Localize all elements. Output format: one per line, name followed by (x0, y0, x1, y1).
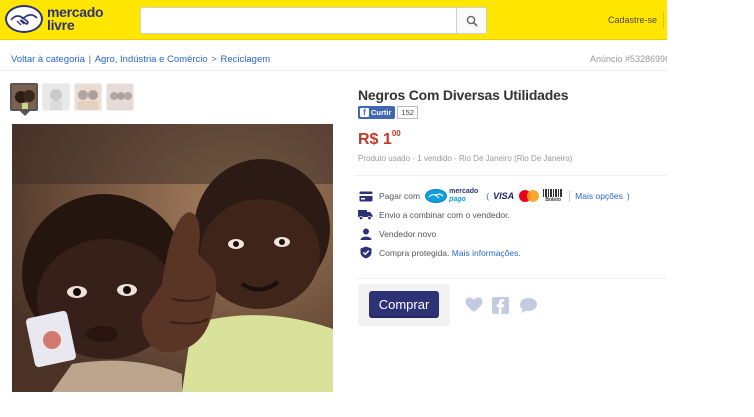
more-info-link[interactable]: Mais informações. (452, 248, 521, 258)
mastercard-icon (519, 190, 540, 202)
site-header: mercado livre Cadastre-se (0, 0, 667, 40)
facebook-square-icon (492, 297, 509, 314)
product-page: mercado livre Cadastre-se Voltar à categ… (0, 0, 754, 417)
mercadopago-line-1: mercado (449, 188, 479, 195)
info-divider (355, 175, 667, 176)
visa-logo: VISA (493, 191, 515, 201)
price-cents: 00 (391, 129, 401, 138)
mercadolivre-logo[interactable]: mercado livre (5, 3, 115, 37)
thumbnail-3[interactable] (74, 83, 102, 111)
facebook-icon: f (360, 108, 369, 117)
heart-icon (465, 297, 483, 312)
shipping-row: Envio a combinar com o vendedor. (358, 208, 510, 221)
logo-line-2: livre (47, 17, 75, 33)
facebook-like-widget: f Curtir 152 (358, 106, 418, 119)
credit-card-icon (358, 190, 373, 203)
product-meta: Produto usado - 1 vendido - Rio De Janei… (358, 154, 573, 163)
boleto-label: Boleto (545, 197, 561, 203)
thumbnail-4[interactable] (106, 83, 134, 111)
thumbnail-2[interactable] (42, 83, 70, 111)
signup-link[interactable]: Cadastre-se (608, 15, 657, 25)
protected-purchase-text: Compra protegida. (379, 247, 450, 258)
seller-status-text: Vendedor novo (379, 228, 437, 239)
thumbnail-strip (10, 83, 134, 111)
more-payment-options-link[interactable]: Mais opções (575, 191, 623, 201)
search-box (140, 7, 487, 34)
facebook-like-label: Curtir (371, 108, 392, 117)
questions-button[interactable] (519, 297, 538, 319)
handshake-icon (5, 5, 43, 33)
breadcrumb-divider (0, 70, 667, 71)
back-to-category-link[interactable]: Voltar à categoria (11, 54, 85, 65)
chat-bubble-icon (520, 298, 537, 313)
buy-divider (355, 278, 667, 279)
breadcrumb-chevron: > (208, 54, 220, 65)
user-icon (358, 227, 373, 240)
buy-button[interactable]: Comprar (369, 291, 439, 318)
payment-row: Pagar com mercado pago ( VISA Boleto Mai… (358, 188, 634, 204)
mercadopago-line-2: pago (449, 196, 466, 203)
shipping-text: Envio a combinar com o vendedor. (379, 209, 510, 220)
product-price: R$ 100 (358, 129, 401, 149)
share-facebook-button[interactable] (492, 297, 509, 319)
product-main-image[interactable] (12, 124, 333, 392)
truck-icon (358, 208, 373, 221)
search-button[interactable] (456, 8, 486, 33)
breadcrumb-reciclagem-link[interactable]: Reciclagem (221, 54, 271, 65)
facebook-like-count: 152 (397, 106, 418, 119)
facebook-like-button[interactable]: f Curtir (358, 106, 396, 119)
logo-wordmark: mercado livre (47, 5, 104, 33)
price-integer: 1 (382, 131, 392, 148)
announcement-id: Anúncio #532869961 (590, 54, 667, 64)
protection-row: Compra protegida. Mais informações. (358, 246, 521, 259)
mercadopago-logo: mercado pago (425, 188, 478, 204)
payment-separator (569, 190, 571, 202)
boleto-icon: Boleto (543, 189, 564, 203)
close-paren: ) (626, 191, 630, 201)
shield-check-icon (358, 246, 373, 259)
mercadopago-handshake-icon (425, 189, 448, 203)
breadcrumb-separator: | (85, 54, 94, 65)
search-input[interactable] (141, 8, 457, 33)
breadcrumb-agro-link[interactable]: Agro, Indústria e Comércio (95, 54, 208, 65)
favorite-button[interactable] (465, 297, 483, 318)
thumbnail-active-indicator (20, 111, 30, 116)
header-divider (663, 12, 664, 28)
search-icon (466, 15, 478, 27)
pay-with-label: Pagar com (379, 191, 421, 201)
breadcrumb: Voltar à categoria | Agro, Indústria e C… (11, 54, 270, 65)
price-currency: R$ (358, 131, 379, 148)
mercadopago-wordmark: mercado pago (449, 188, 478, 204)
product-title: Negros Com Diversas Utilidades (358, 87, 569, 103)
seller-row: Vendedor novo (358, 227, 436, 240)
thumbnail-1[interactable] (10, 83, 38, 111)
open-paren: ( (486, 191, 490, 201)
